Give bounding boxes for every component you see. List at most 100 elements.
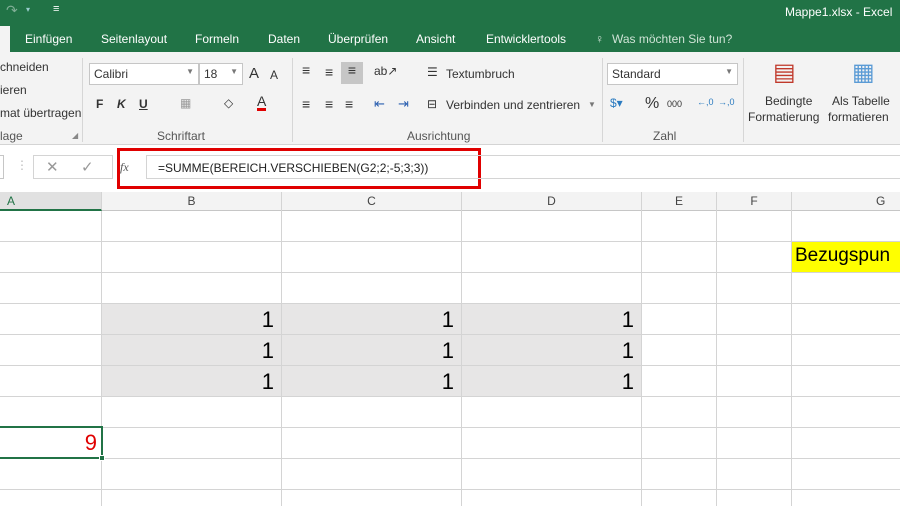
formula-text: =SUMME(BEREICH.VERSCHIEBEN(G2;2;-5;3;3)) [158,161,429,175]
group-label-number: Zahl [653,129,677,143]
align-bottom-icon[interactable]: ≡ [341,62,363,84]
column-headers: A B C D E F G [0,192,900,211]
cut-button[interactable]: chneiden [0,60,49,74]
dialog-launcher-icon[interactable]: ◢ [72,131,78,140]
font-name-value: Calibri [94,67,129,81]
tab-entwicklertools[interactable]: Entwicklertools [486,32,566,46]
conditional-formatting-icon: ▤ [773,59,796,86]
selected-cell-a9[interactable]: 9 [0,426,105,461]
group-label-font: Schriftart [157,129,206,143]
decrease-indent-icon[interactable]: ⇤ [374,96,385,112]
cell-b7[interactable]: 1 [104,366,274,397]
divider [82,58,83,142]
window-title: Mappe1.xlsx - Excel [785,5,893,19]
format-as-table-icon: ▦ [852,59,875,86]
format-as-table-label-2[interactable]: formatieren [828,110,889,124]
tab-formeln[interactable]: Formeln [195,32,239,46]
increase-decimal-icon[interactable]: ←,0 [697,97,714,107]
column-header-d[interactable]: D [462,192,642,211]
tab-seitenlayout[interactable]: Seitenlayout [101,32,167,46]
tab-ueberpruefen[interactable]: Überprüfen [328,32,388,46]
column-header-c[interactable]: C [282,192,462,211]
merge-center-button[interactable]: Verbinden und zentrieren [446,98,580,112]
fill-handle[interactable] [99,455,105,461]
cell-d6[interactable]: 1 [464,335,634,366]
lightbulb-icon: ♀ [595,32,604,46]
tab-start-active[interactable] [0,26,10,52]
align-top-icon[interactable]: ≡ [302,62,310,78]
cell-d7[interactable]: 1 [464,366,634,397]
chevron-down-icon: ▼ [725,67,733,76]
tab-einfuegen[interactable]: Einfügen [25,32,72,46]
tab-daten[interactable]: Daten [268,32,300,46]
accounting-format-icon[interactable]: $▾ [610,96,623,110]
wrap-text-button[interactable]: Textumbruch [446,67,515,81]
align-middle-icon[interactable]: ≡ [325,64,333,80]
font-color-icon[interactable]: A [257,94,267,111]
merge-icon: ⊟ [427,97,438,111]
ribbon: chneiden ieren mat übertragen lage ◢ Cal… [0,52,900,145]
column-header-f[interactable]: F [717,192,792,211]
thousands-button[interactable]: 000 [667,99,682,109]
cell-d5[interactable]: 1 [464,304,634,335]
divider [292,58,293,142]
cell-b5[interactable]: 1 [104,304,274,335]
cancel-icon[interactable]: ✕ [46,158,59,176]
font-size-select[interactable]: 18 ▼ [199,63,243,85]
tell-me-search[interactable]: Was möchten Sie tun? [612,32,732,46]
number-format-select[interactable]: Standard ▼ [607,63,738,85]
align-right-icon[interactable]: ≡ [345,96,353,112]
reference-cell-g2[interactable]: Bezugspun [791,242,900,272]
font-size-value: 18 [204,67,218,81]
cell-c7[interactable]: 1 [284,366,454,397]
column-header-b[interactable]: B [102,192,282,211]
chevron-down-icon[interactable]: ▼ [588,100,596,109]
borders-icon[interactable]: ▦ [180,96,191,110]
ribbon-tabs: Einfügen Seitenlayout Formeln Daten Über… [0,24,900,52]
column-header-a[interactable]: A [0,192,102,211]
grow-font-icon[interactable]: A [249,65,259,82]
font-name-select[interactable]: Calibri ▼ [89,63,199,85]
result-value: 9 [84,430,97,455]
column-header-g[interactable]: G [792,192,900,211]
group-label-clipboard: lage [0,129,23,143]
wrap-text-icon: ☰ [427,65,438,79]
tab-ansicht[interactable]: Ansicht [416,32,455,46]
copy-button[interactable]: ieren [0,83,27,97]
formula-bar: ⋮ ✕ ✓ fx =SUMME(BEREICH.VERSCHIEBEN(G2;2… [0,145,900,192]
formula-input[interactable]: =SUMME(BEREICH.VERSCHIEBEN(G2;2;-5;3;3)) [146,155,900,179]
chevron-down-icon: ▼ [186,67,194,76]
conditional-formatting-label-1[interactable]: Bedingte [765,94,812,108]
divider [602,58,603,142]
percent-button[interactable]: % [645,95,659,113]
fill-color-icon[interactable]: ◇ [224,96,233,110]
title-bar: ↷ ▾ ≡ Mappe1.xlsx - Excel [0,0,900,24]
underline-button[interactable]: U [139,97,148,111]
name-box[interactable] [0,155,4,179]
cell-c5[interactable]: 1 [284,304,454,335]
italic-button[interactable]: K [117,97,126,111]
number-format-value: Standard [612,67,661,81]
redo-dropdown-icon[interactable]: ▾ [26,5,30,14]
align-left-icon[interactable]: ≡ [302,96,310,112]
group-label-alignment: Ausrichtung [407,129,471,143]
column-header-e[interactable]: E [642,192,717,211]
shrink-font-icon[interactable]: A [270,68,278,82]
decrease-decimal-icon[interactable]: →,0 [718,97,735,107]
orientation-icon[interactable]: ab↗ [374,64,397,78]
drag-handle-icon[interactable]: ⋮ [16,158,28,172]
format-painter-button[interactable]: mat übertragen [0,106,81,120]
enter-icon[interactable]: ✓ [81,158,94,176]
cell-b6[interactable]: 1 [104,335,274,366]
conditional-formatting-label-2[interactable]: Formatierung [748,110,819,124]
align-center-icon[interactable]: ≡ [325,96,333,112]
quick-access-customize-icon[interactable]: ≡ [53,3,59,15]
format-as-table-label-1[interactable]: Als Tabelle [832,94,890,108]
chevron-down-icon: ▼ [230,67,238,76]
increase-indent-icon[interactable]: ⇥ [398,96,409,112]
bold-button[interactable]: F [96,97,103,111]
cell-c6[interactable]: 1 [284,335,454,366]
redo-icon[interactable]: ↷ [6,2,18,19]
reference-label: Bezugspun [795,245,891,266]
insert-function-icon[interactable]: fx [120,160,129,175]
